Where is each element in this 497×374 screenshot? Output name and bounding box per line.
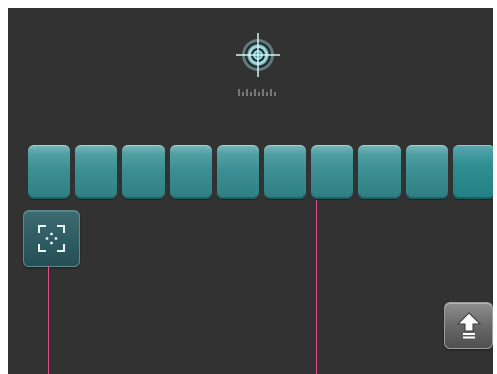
tick-ruler-svg (238, 89, 276, 96)
focus-frame-button[interactable] (23, 210, 80, 267)
crosshair-target-icon (235, 32, 281, 78)
key-6[interactable] (264, 145, 307, 199)
key-2[interactable] (75, 145, 118, 199)
guide-line-left (48, 266, 49, 374)
upload-arrow-icon (456, 312, 482, 339)
guide-line-key-7 (316, 200, 317, 374)
focus-frame-icon (38, 225, 65, 252)
key-row (28, 145, 493, 199)
key-1[interactable] (28, 145, 71, 199)
screen-panel (8, 8, 493, 374)
key-8[interactable] (358, 145, 401, 199)
crosshair-target-svg (236, 33, 280, 77)
key-4[interactable] (169, 145, 212, 199)
upload-button[interactable] (444, 302, 493, 349)
key-7[interactable] (311, 145, 354, 199)
key-3[interactable] (122, 145, 165, 199)
key-10[interactable] (452, 145, 493, 199)
key-5[interactable] (216, 145, 260, 199)
tick-ruler-icon (237, 82, 277, 96)
key-9[interactable] (405, 145, 448, 199)
